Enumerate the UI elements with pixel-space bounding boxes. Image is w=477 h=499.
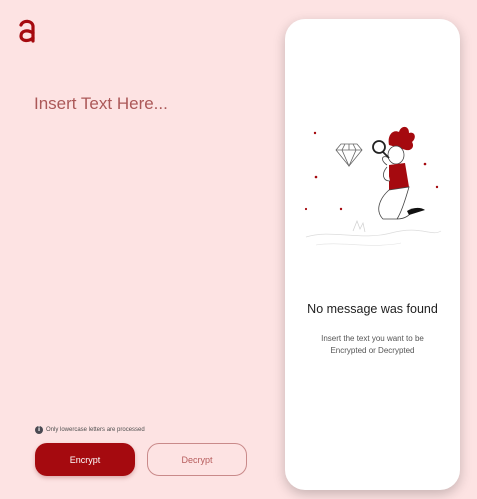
empty-state-description: Insert the text you want to be Encrypted…	[321, 334, 424, 355]
message-text-input[interactable]	[34, 88, 264, 120]
encrypt-button[interactable]: Encrypt	[35, 443, 135, 476]
lowercase-note: i Only lowercase letters are processed	[35, 426, 145, 434]
result-panel: No message was found Insert the text you…	[285, 19, 460, 490]
decrypt-button[interactable]: Decrypt	[147, 443, 247, 476]
note-text: Only lowercase letters are processed	[46, 427, 145, 433]
info-icon: i	[35, 426, 43, 434]
empty-state-illustration	[304, 126, 442, 246]
brand-logo-icon	[19, 19, 35, 43]
empty-state-title: No message was found	[307, 302, 438, 316]
